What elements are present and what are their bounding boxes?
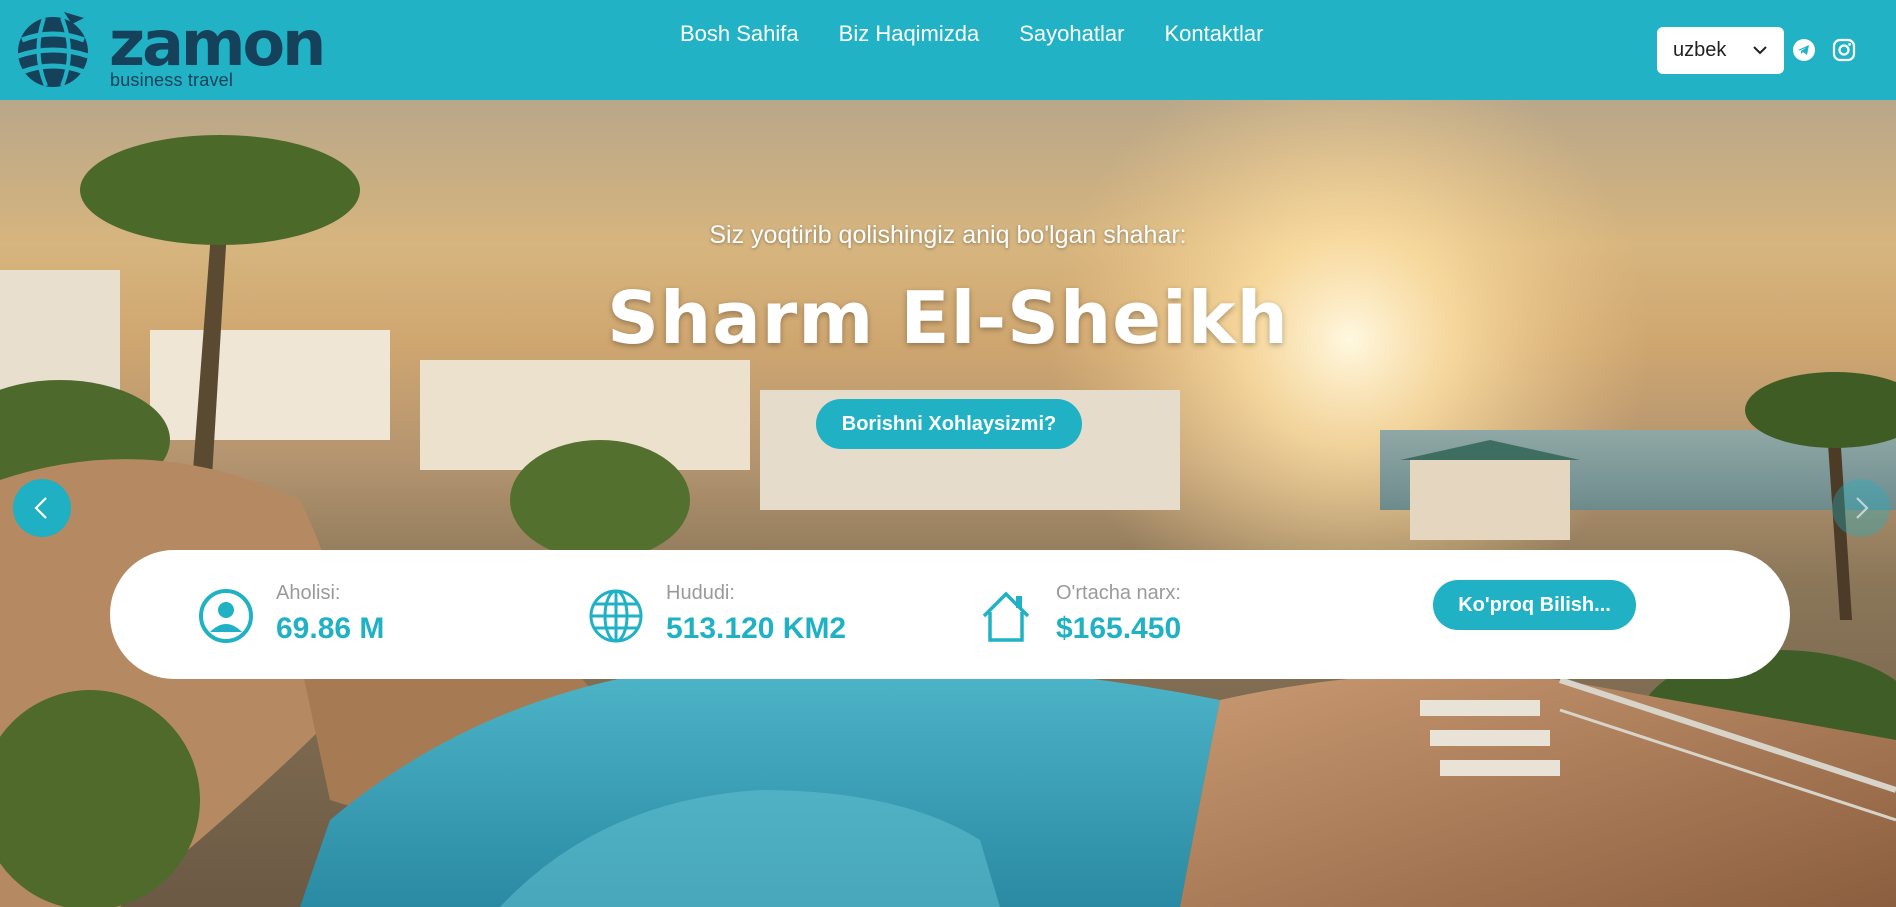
want-to-go-button[interactable]: Borishni Xohlaysizmi?: [816, 399, 1082, 449]
language-selected-value: uzbek: [1673, 39, 1727, 61]
home-icon: [982, 591, 1030, 642]
main-nav: Bosh Sahifa Biz Haqimizda Sayohatlar Kon…: [680, 21, 1264, 47]
stat-average-price: O'rtacha narx: $165.450: [978, 582, 1278, 652]
stat-label: O'rtacha narx:: [1056, 582, 1181, 604]
hero-city-title: Sharm El-Sheikh: [607, 276, 1289, 360]
stat-label: Hududi:: [666, 582, 735, 604]
nav-item-home[interactable]: Bosh Sahifa: [680, 21, 799, 47]
instagram-icon[interactable]: [1832, 38, 1856, 62]
slider-next-button[interactable]: [1832, 479, 1890, 537]
nav-item-about[interactable]: Biz Haqimizda: [839, 21, 980, 47]
user-icon: [199, 589, 253, 643]
chevron-right-icon: [1856, 497, 1869, 519]
slider-prev-button[interactable]: [13, 479, 71, 537]
chevron-down-icon: [1753, 46, 1767, 55]
stat-label: Aholisi:: [276, 582, 341, 604]
language-select[interactable]: uzbek: [1657, 27, 1784, 74]
globe-logo-icon: [17, 12, 89, 87]
stat-value: 69.86 M: [276, 612, 385, 645]
stat-value: 513.120 KM2: [666, 612, 847, 645]
stat-population: Aholisi: 69.86 M: [198, 582, 498, 652]
chevron-left-icon: [34, 497, 47, 519]
telegram-icon[interactable]: [1792, 38, 1816, 62]
hero-subtitle: Siz yoqtirib qolishingiz aniq bo'lgan sh…: [709, 221, 1187, 249]
stat-area: Hududi: 513.120 KM2: [588, 582, 908, 652]
nav-item-contacts[interactable]: Kontaktlar: [1164, 21, 1263, 47]
site-header: zamon business travel Bosh Sahifa Biz Ha…: [0, 0, 1896, 100]
hero-slider: Siz yoqtirib qolishingiz aniq bo'lgan sh…: [0, 100, 1896, 907]
nav-item-tours[interactable]: Sayohatlar: [1019, 21, 1124, 47]
stat-value: $165.450: [1056, 612, 1182, 645]
learn-more-button[interactable]: Ko'proq Bilish...: [1433, 580, 1636, 630]
logo[interactable]: zamon business travel: [14, 7, 334, 94]
globe-icon: [589, 589, 643, 643]
city-info-card: Aholisi: 69.86 M Hududi: 513.120 KM2 O'r…: [110, 550, 1790, 679]
logo-tagline: business travel: [110, 70, 234, 90]
